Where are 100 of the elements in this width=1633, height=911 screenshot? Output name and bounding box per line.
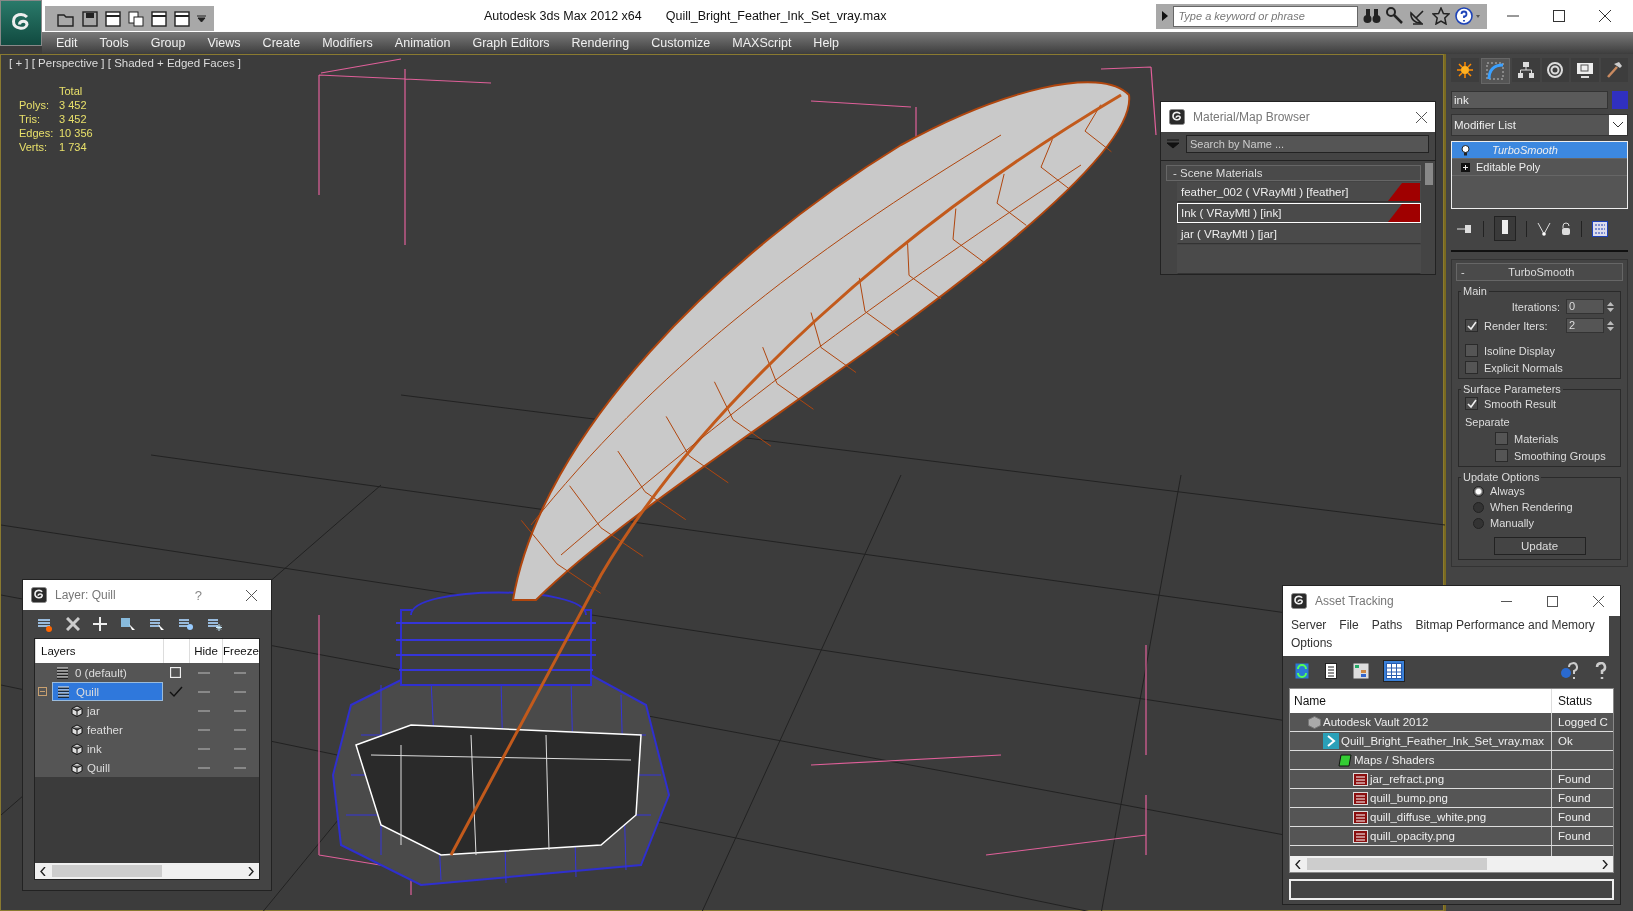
material-item[interactable]: feather_002 ( VRayMtl ) [feather] (1177, 182, 1421, 202)
material-item[interactable]: Ink ( VRayMtl ) [ink] (1177, 203, 1421, 223)
freeze-toggle[interactable] (233, 728, 246, 731)
scrollbar[interactable] (1425, 163, 1433, 185)
search-field[interactable]: Search by Name ... (1186, 135, 1429, 153)
save-icon[interactable] (82, 10, 98, 27)
table-cell[interactable]: quill_bump.png (1290, 789, 1552, 807)
configure-sets-icon[interactable] (1592, 220, 1608, 237)
freeze-toggle[interactable] (233, 766, 246, 769)
lock-icon[interactable] (1561, 221, 1571, 236)
toolbar-button[interactable] (1351, 661, 1371, 681)
dropdown-arrow-icon[interactable] (197, 14, 206, 23)
layers-lightbulb-icon[interactable] (178, 616, 194, 632)
menu-item[interactable]: Modifiers (322, 36, 373, 50)
object-name-field[interactable]: ink (1451, 91, 1608, 109)
object-name[interactable]: ink (87, 742, 102, 755)
close-icon[interactable] (1599, 10, 1611, 22)
menu-item[interactable]: Group (150, 36, 186, 50)
radio-button[interactable] (1473, 501, 1484, 513)
checkbox[interactable] (1495, 432, 1508, 445)
toolbar-button[interactable] (1383, 660, 1405, 682)
rollout-header[interactable]: - TurboSmooth (1456, 263, 1623, 281)
panel-tab[interactable] (1571, 58, 1599, 82)
menu-item[interactable]: Options (1291, 636, 1333, 650)
horizontal-scrollbar[interactable] (1290, 856, 1613, 872)
funnel-icon[interactable] (1537, 221, 1551, 236)
panel-tab[interactable] (1541, 58, 1569, 82)
layers-cursor-icon[interactable] (149, 616, 165, 632)
column-header[interactable]: Status (1552, 689, 1613, 713)
maximize-icon[interactable] (1553, 10, 1565, 22)
menu-item[interactable]: Server (1291, 618, 1327, 632)
menu-item[interactable]: Views (207, 36, 241, 50)
radio-button[interactable] (1473, 485, 1484, 497)
checkbox[interactable] (1465, 361, 1478, 374)
object-name[interactable]: jar (87, 704, 100, 717)
chevron-left-icon[interactable] (1295, 859, 1301, 869)
menu-item[interactable]: Animation (394, 36, 451, 50)
checkbox[interactable] (1465, 344, 1478, 357)
menu-item[interactable]: MAXScript (732, 36, 792, 50)
viewport-label[interactable]: [ + ] [ Perspective ] [ Shaded + Edged Faces ] (9, 57, 242, 69)
material-item[interactable]: jar ( VRayMtl ) [jar] (1177, 224, 1421, 244)
hide-toggle[interactable] (198, 709, 210, 712)
expand-arrow-icon[interactable] (1162, 11, 1169, 21)
close-icon[interactable] (1416, 111, 1427, 123)
toolbar-button[interactable] (1293, 661, 1311, 681)
radio-button[interactable] (1473, 517, 1484, 529)
hide-toggle[interactable] (198, 728, 210, 731)
table-cell[interactable]: jar_refract.png (1290, 770, 1552, 788)
close-icon[interactable] (246, 589, 257, 601)
update-button[interactable]: Update (1493, 537, 1586, 555)
table-cell[interactable]: Autodesk Vault 2012 (1290, 713, 1552, 731)
freeze-toggle[interactable] (233, 747, 246, 750)
freeze-toggle[interactable] (233, 690, 246, 693)
checkbox[interactable] (1495, 449, 1508, 462)
toolbar-button[interactable] (1323, 661, 1339, 681)
window-icon[interactable] (105, 10, 121, 27)
menu-item[interactable]: Edit (56, 36, 78, 50)
layers-star-icon[interactable] (37, 616, 53, 632)
cube-cursor-icon[interactable] (120, 616, 136, 632)
group-header[interactable]: - Scene Materials (1166, 165, 1421, 181)
help-button[interactable]: ? (194, 587, 202, 603)
menu-item[interactable]: File (1339, 618, 1359, 632)
modifier-list-dropdown[interactable]: Modifier List (1451, 114, 1628, 136)
menu-item[interactable]: Rendering (571, 36, 630, 50)
help-search-field[interactable]: Type a keyword or phrase (1173, 5, 1359, 27)
menu-item[interactable]: Tools (99, 36, 129, 50)
checkbox[interactable] (1465, 319, 1478, 332)
application-button[interactable] (0, 0, 42, 46)
delete-icon[interactable] (66, 617, 80, 631)
object-name[interactable]: feather (87, 723, 123, 736)
star-icon[interactable] (1432, 7, 1451, 25)
hide-toggle[interactable] (198, 766, 210, 769)
chevron-left-icon[interactable] (40, 866, 46, 876)
stack-item[interactable]: Editable Poly (1452, 159, 1627, 176)
window-icon[interactable] (151, 10, 167, 27)
object-name[interactable]: Quill (87, 761, 110, 774)
panel-tab[interactable] (1512, 58, 1540, 82)
collapse-icon[interactable] (38, 687, 48, 696)
table-cell[interactable]: quill_opacity.png (1290, 827, 1552, 845)
menu-item[interactable]: Graph Editors (472, 36, 550, 50)
collapse-toggle[interactable]: - (1461, 266, 1465, 278)
window-icon[interactable] (174, 10, 190, 27)
table-cell[interactable]: Maps / Shaders (1290, 751, 1552, 769)
chevron-right-icon[interactable] (248, 866, 254, 876)
table-cell[interactable]: quill_diffuse_white.png (1290, 808, 1552, 826)
show-end-result-button[interactable] (1494, 216, 1516, 241)
panel-tab[interactable] (1600, 58, 1628, 82)
object-color-swatch[interactable] (1612, 91, 1628, 109)
menu-item[interactable]: Create (262, 36, 301, 50)
checkbox[interactable] (1465, 397, 1478, 410)
column-header[interactable]: Name (1290, 689, 1552, 713)
menu-item[interactable]: Paths (1371, 618, 1403, 632)
menu-item[interactable]: Customize (651, 36, 711, 50)
pin-icon[interactable] (1457, 223, 1473, 234)
hide-toggle[interactable] (198, 747, 210, 750)
maximize-icon[interactable] (1547, 595, 1558, 607)
freeze-toggle[interactable] (233, 709, 246, 712)
menu-item[interactable]: Help (813, 36, 840, 50)
freeze-toggle[interactable] (233, 671, 246, 674)
expand-icon[interactable] (1461, 162, 1470, 172)
